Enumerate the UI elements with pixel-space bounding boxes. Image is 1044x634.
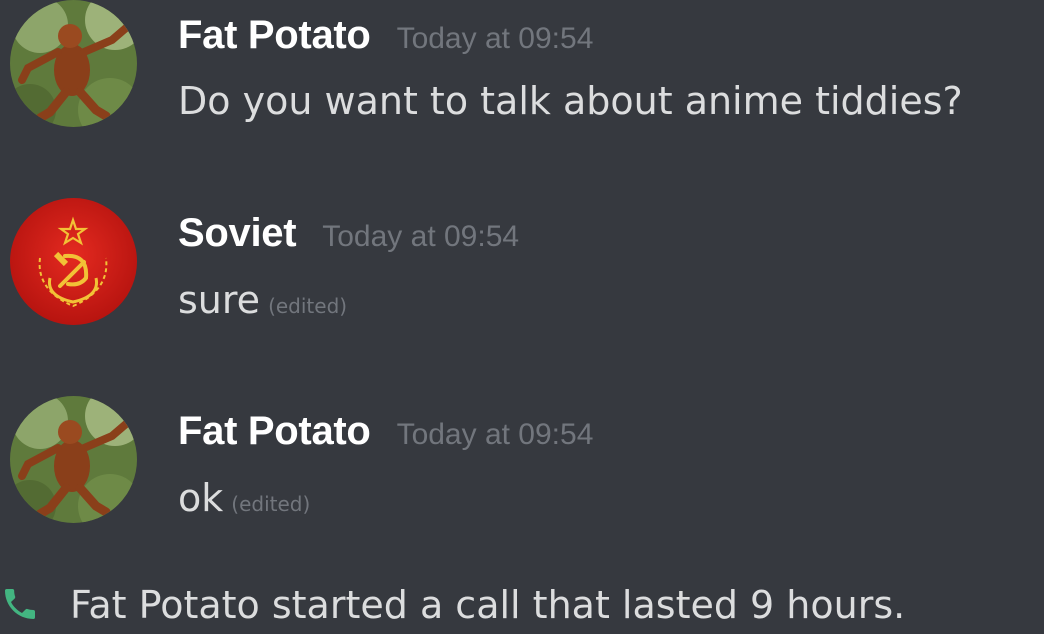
edited-label: (edited) — [231, 492, 311, 516]
username[interactable]: Fat Potato — [178, 409, 371, 453]
message-header: Soviet Today at 09:54 — [178, 213, 519, 253]
hammer-sickle-avatar — [10, 198, 137, 325]
orangutan-avatar — [10, 0, 137, 127]
phone-icon — [5, 589, 35, 619]
orangutan-avatar — [10, 396, 137, 523]
message-text: sure (edited) — [178, 281, 347, 319]
timestamp: Today at 09:54 — [322, 220, 520, 253]
edited-label: (edited) — [268, 294, 348, 318]
message-text: Do you want to talk about anime tiddies? — [178, 82, 963, 120]
call-event-text: Fat Potato started a call that lasted 9 … — [70, 583, 906, 627]
username[interactable]: Soviet — [178, 211, 297, 255]
message-text: ok (edited) — [178, 479, 310, 517]
message-body: Do you want to talk about anime tiddies? — [178, 79, 963, 123]
message-header: Fat Potato Today at 09:54 — [178, 15, 593, 55]
username[interactable]: Fat Potato — [178, 13, 371, 57]
message-header: Fat Potato Today at 09:54 — [178, 411, 593, 451]
call-system-message: Fat Potato started a call that lasted 9 … — [0, 578, 1044, 634]
timestamp: Today at 09:54 — [396, 418, 594, 451]
avatar[interactable] — [10, 198, 137, 325]
avatar[interactable] — [10, 0, 137, 127]
message-body: ok — [178, 476, 224, 520]
avatar[interactable] — [10, 396, 137, 523]
timestamp: Today at 09:54 — [396, 22, 594, 55]
message-body: sure — [178, 278, 261, 322]
